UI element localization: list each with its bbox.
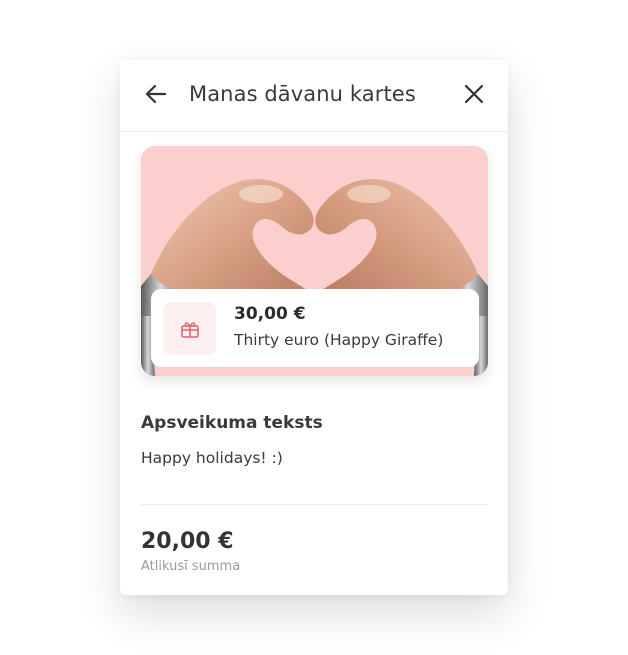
gift-card-modal: Manas dāvanu kartes 30,00 € Thirty euro … bbox=[120, 60, 508, 595]
greeting-text: Happy holidays! :) bbox=[141, 449, 283, 467]
gift-card-amount: 30,00 € bbox=[234, 304, 306, 324]
modal-header: Manas dāvanu kartes bbox=[120, 60, 508, 132]
arrow-left-icon bbox=[145, 84, 167, 104]
modal-title: Manas dāvanu kartes bbox=[189, 82, 416, 106]
close-button[interactable] bbox=[460, 80, 488, 108]
divider bbox=[141, 504, 488, 505]
gift-card-name: Thirty euro (Happy Giraffe) bbox=[234, 331, 444, 349]
balance-amount: 20,00 € bbox=[141, 529, 234, 554]
gift-icon bbox=[180, 321, 199, 338]
close-icon bbox=[464, 84, 484, 104]
gift-card[interactable]: 30,00 € Thirty euro (Happy Giraffe) bbox=[141, 146, 488, 376]
back-button[interactable] bbox=[142, 80, 170, 108]
gift-card-info: 30,00 € Thirty euro (Happy Giraffe) bbox=[151, 289, 479, 367]
greeting-label: Apsveikuma teksts bbox=[141, 413, 323, 433]
gift-icon-tile bbox=[163, 302, 216, 355]
balance-label: Atlikusī summa bbox=[141, 559, 241, 574]
